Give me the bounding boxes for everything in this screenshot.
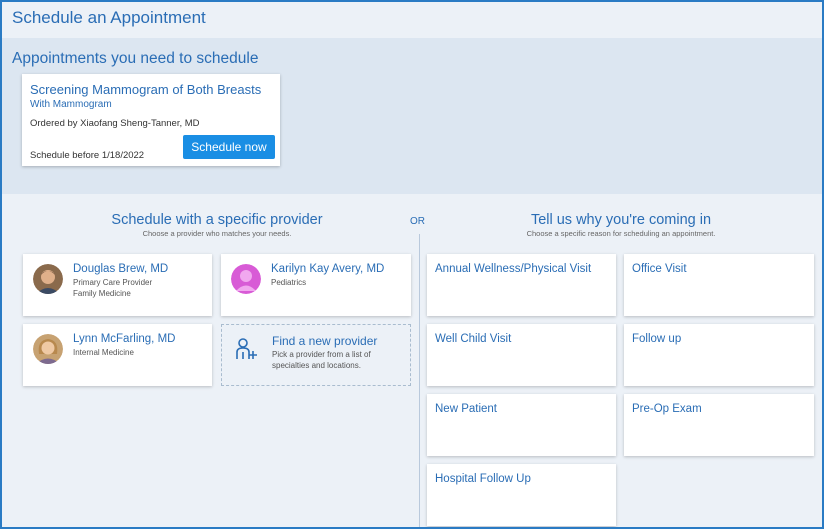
reason-card[interactable]: Follow up xyxy=(624,324,814,386)
reason-card[interactable]: Annual Wellness/Physical Visit xyxy=(427,254,616,316)
appointments-needed-title: Appointments you need to schedule xyxy=(12,50,259,67)
section-divider xyxy=(419,234,420,527)
reason-card[interactable]: Well Child Visit xyxy=(427,324,616,386)
appointment-subtitle: With Mammogram xyxy=(30,99,112,110)
reason-label: Pre-Op Exam xyxy=(632,403,702,415)
generic-person-avatar-icon xyxy=(231,264,261,294)
provider-card[interactable]: Douglas Brew, MD Primary Care Provider F… xyxy=(23,254,212,316)
reason-label: Follow up xyxy=(632,333,682,345)
male-photo-avatar-icon xyxy=(33,264,63,294)
reason-label: Annual Wellness/Physical Visit xyxy=(435,263,592,275)
appointment-ordered-by: Ordered by Xiaofang Sheng-Tanner, MD xyxy=(30,118,200,129)
find-new-provider-card[interactable]: Find a new provider Pick a provider from… xyxy=(221,324,411,386)
reason-label: Hospital Follow Up xyxy=(435,473,531,485)
appointment-card: Screening Mammogram of Both Breasts With… xyxy=(22,74,280,166)
provider-specialty: Internal Medicine xyxy=(73,348,134,357)
appointment-name[interactable]: Screening Mammogram of Both Breasts xyxy=(30,82,261,97)
provider-name: Lynn McFarling, MD xyxy=(73,333,176,345)
schedule-now-button[interactable]: Schedule now xyxy=(183,135,275,159)
provider-name: Karilyn Kay Avery, MD xyxy=(271,263,385,275)
find-new-provider-desc: Pick a provider from a list of xyxy=(272,350,371,359)
reason-section-subtitle: Choose a specific reason for scheduling … xyxy=(526,229,716,238)
reason-card[interactable]: Hospital Follow Up xyxy=(427,464,616,526)
provider-name: Douglas Brew, MD xyxy=(73,263,169,275)
provider-specialty: Family Medicine xyxy=(73,289,131,298)
reason-label: New Patient xyxy=(435,403,498,415)
provider-specialty: Pediatrics xyxy=(271,278,307,287)
reason-section-header: Tell us why you're coming in Choose a sp… xyxy=(426,212,816,238)
provider-section-subtitle: Choose a provider who matches your needs… xyxy=(142,229,292,238)
page-title: Schedule an Appointment xyxy=(12,8,206,27)
reason-label: Office Visit xyxy=(632,263,687,275)
or-label: OR xyxy=(410,216,425,227)
reason-card[interactable]: Pre-Op Exam xyxy=(624,394,814,456)
provider-section-header: Schedule with a specific provider Choose… xyxy=(22,212,412,238)
reason-label: Well Child Visit xyxy=(435,333,512,345)
reason-card[interactable]: New Patient xyxy=(427,394,616,456)
schedule-appointment-frame: Schedule an Appointment Appointments you… xyxy=(0,0,824,529)
reason-card[interactable]: Office Visit xyxy=(624,254,814,316)
add-provider-icon xyxy=(234,337,260,363)
provider-card[interactable]: Karilyn Kay Avery, MD Pediatrics xyxy=(221,254,411,316)
find-new-provider-title: Find a new provider xyxy=(272,334,378,348)
provider-section-title: Schedule with a specific provider xyxy=(111,212,323,228)
provider-specialty: Primary Care Provider xyxy=(73,278,153,287)
find-new-provider-desc: specialties and locations. xyxy=(272,361,361,370)
appointment-schedule-before: Schedule before 1/18/2022 xyxy=(30,150,145,161)
provider-card[interactable]: Lynn McFarling, MD Internal Medicine xyxy=(23,324,212,386)
female-photo-avatar-icon xyxy=(33,334,63,364)
reason-section-title: Tell us why you're coming in xyxy=(530,212,712,228)
